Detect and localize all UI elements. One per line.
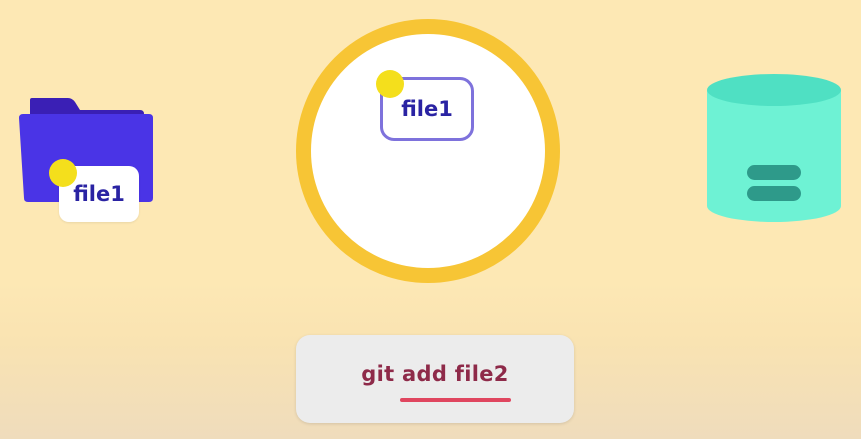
staged-file-marker bbox=[376, 70, 404, 98]
command-box: git add file2 bbox=[296, 335, 574, 423]
command-text: git add file2 bbox=[361, 362, 509, 386]
working-file-label: file1 bbox=[73, 182, 125, 206]
command-underline bbox=[400, 398, 511, 402]
staging-area-circle bbox=[296, 19, 560, 283]
database-icon bbox=[707, 74, 841, 222]
staged-file-label: file1 bbox=[401, 97, 453, 121]
working-file-marker bbox=[49, 159, 77, 187]
